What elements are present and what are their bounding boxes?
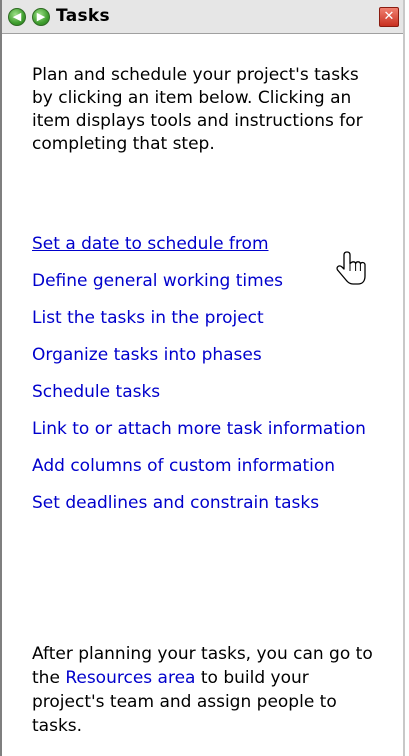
tasks-pane: ◀ ▶ Tasks ✕ Plan and schedule your proje… — [0, 0, 405, 756]
task-link-list: Set a date to schedule from Define gener… — [32, 233, 377, 529]
pane-titlebar: ◀ ▶ Tasks ✕ — [2, 0, 403, 34]
back-icon[interactable]: ◀ — [8, 8, 26, 26]
link-custom-columns[interactable]: Add columns of custom information — [32, 455, 377, 478]
forward-icon[interactable]: ▶ — [32, 8, 50, 26]
link-set-date[interactable]: Set a date to schedule from — [32, 233, 377, 256]
intro-text: Plan and schedule your project's tasks b… — [32, 65, 363, 154]
pane-title: Tasks — [56, 6, 110, 26]
hand-cursor-icon — [336, 251, 366, 285]
link-organize-phases[interactable]: Organize tasks into phases — [32, 344, 377, 367]
link-deadlines[interactable]: Set deadlines and constrain tasks — [32, 492, 377, 515]
outro-text: After planning your tasks, you can go to… — [32, 642, 382, 738]
close-icon[interactable]: ✕ — [379, 7, 399, 27]
resources-area-link[interactable]: Resources area — [65, 668, 195, 688]
link-define-working-times[interactable]: Define general working times — [32, 270, 377, 293]
link-list-tasks[interactable]: List the tasks in the project — [32, 307, 377, 330]
link-schedule-tasks[interactable]: Schedule tasks — [32, 381, 377, 404]
link-attach-info[interactable]: Link to or attach more task information — [32, 418, 377, 441]
